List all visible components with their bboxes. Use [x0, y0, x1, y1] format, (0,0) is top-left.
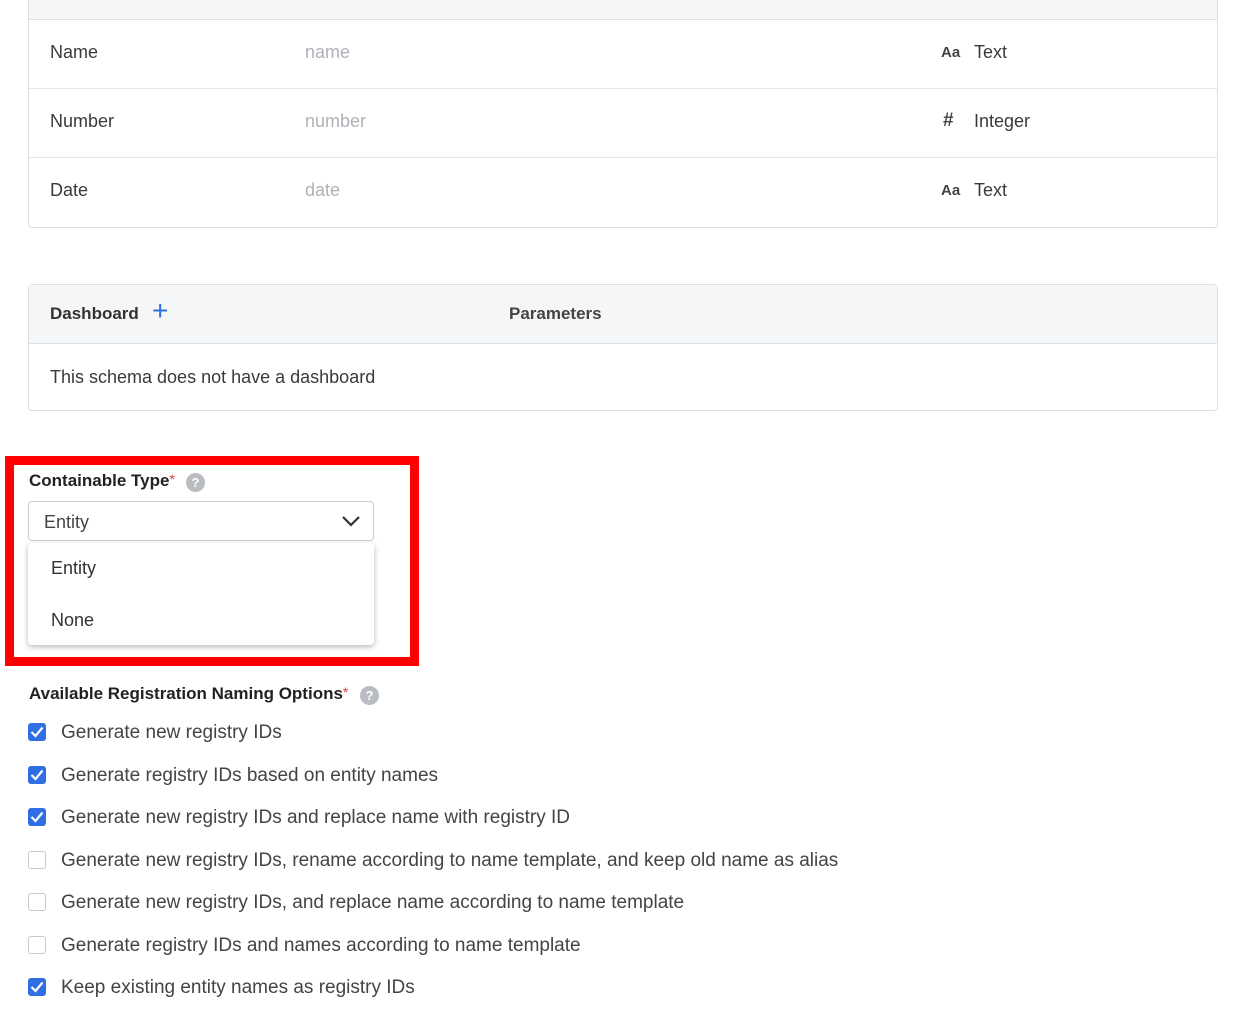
required-mark: * — [342, 684, 349, 700]
field-key: name — [305, 42, 351, 62]
field-name: Number — [50, 111, 115, 131]
table-row[interactable]: Name name Aa Text — [29, 20, 1217, 89]
text-type-icon: Aa — [941, 44, 961, 61]
field-name: Name — [50, 42, 99, 62]
naming-options-label: Available Registration Naming Options* — [29, 684, 348, 704]
help-icon[interactable]: ? — [360, 686, 379, 705]
naming-option-label: Generate new registry IDs, rename accord… — [61, 850, 839, 871]
field-type: Text — [974, 42, 1008, 62]
naming-option-label: Generate new registry IDs and replace na… — [61, 807, 570, 828]
field-type: Integer — [974, 111, 1031, 131]
add-dashboard-button[interactable]: + — [152, 297, 168, 325]
field-key: number — [305, 111, 367, 131]
check-icon — [30, 726, 44, 738]
field-type: Text — [974, 180, 1008, 200]
field-name: Date — [50, 180, 89, 200]
naming-options-label-text: Available Registration Naming Options — [29, 684, 343, 703]
fields-table-header — [29, 0, 1217, 20]
table-row[interactable]: Number number # Integer — [29, 89, 1217, 158]
naming-option-label: Keep existing entity names as registry I… — [61, 977, 415, 998]
dashboard-header: Dashboard + Parameters — [29, 285, 1217, 344]
parameters-column-header: Parameters — [509, 304, 602, 323]
check-icon — [30, 981, 44, 993]
highlight-box — [5, 456, 419, 666]
check-icon — [30, 811, 44, 823]
fields-table: Name name Aa Text Number number # Intege… — [28, 0, 1218, 228]
naming-option-label: Generate registry IDs based on entity na… — [61, 765, 439, 786]
checkbox-checked[interactable] — [28, 766, 46, 784]
naming-option-label: Generate registry IDs and names accordin… — [61, 935, 581, 956]
naming-option-label: Generate new registry IDs, and replace n… — [61, 892, 685, 913]
checkbox-checked[interactable] — [28, 723, 46, 741]
checkbox-checked[interactable] — [28, 978, 46, 996]
check-icon — [30, 769, 44, 781]
text-type-icon: Aa — [941, 182, 961, 199]
dashboard-section: Dashboard + Parameters This schema does … — [28, 284, 1218, 411]
integer-type-icon: # — [943, 110, 954, 131]
field-key: date — [305, 180, 341, 200]
dashboard-title: Dashboard — [50, 304, 139, 323]
naming-option-label: Generate new registry IDs — [61, 722, 282, 743]
checkbox-unchecked[interactable] — [28, 893, 46, 911]
checkbox-unchecked[interactable] — [28, 851, 46, 869]
dashboard-empty-message: This schema does not have a dashboard — [50, 367, 376, 387]
table-row[interactable]: Date date Aa Text — [29, 158, 1217, 227]
checkbox-checked[interactable] — [28, 808, 46, 826]
checkbox-unchecked[interactable] — [28, 936, 46, 954]
